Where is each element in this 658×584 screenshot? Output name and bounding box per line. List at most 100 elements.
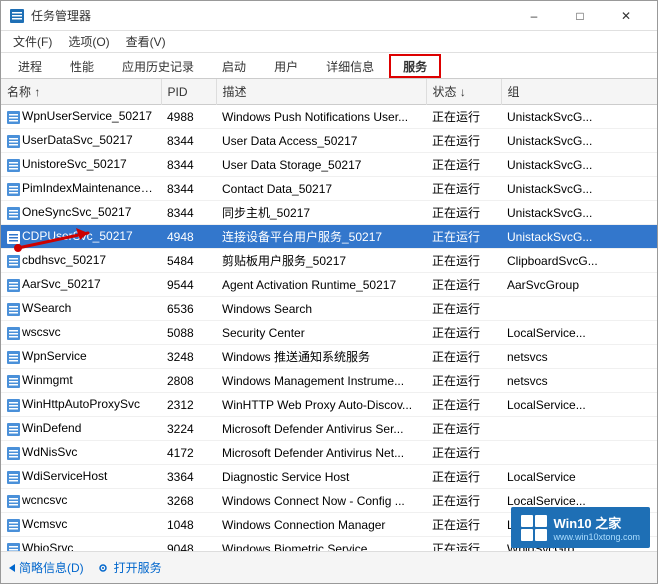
- cell-name: WinHttpAutoProxySvc: [1, 393, 161, 417]
- menu-file[interactable]: 文件(F): [5, 31, 60, 52]
- tab-app-history[interactable]: 应用历史记录: [109, 54, 207, 78]
- cell-group: LocalService: [501, 465, 657, 489]
- cell-pid: 3268: [161, 489, 216, 513]
- cell-group: UnistackSvcG...: [501, 129, 657, 153]
- cell-desc: User Data Storage_50217: [216, 153, 426, 177]
- cell-desc: Windows Push Notifications User...: [216, 105, 426, 129]
- table-row[interactable]: Wcmsvc1048Windows Connection Manager正在运行…: [1, 513, 657, 537]
- cell-pid: 8344: [161, 201, 216, 225]
- table-row[interactable]: wcncsvc3268Windows Connect Now - Config …: [1, 489, 657, 513]
- cell-status: 正在运行: [426, 465, 501, 489]
- col-header-name[interactable]: 名称 ↑: [1, 79, 161, 105]
- cell-status: 正在运行: [426, 441, 501, 465]
- table-row[interactable]: WpnUserService_502174988Windows Push Not…: [1, 105, 657, 129]
- table-body: WpnUserService_502174988Windows Push Not…: [1, 105, 657, 552]
- tab-users[interactable]: 用户: [261, 54, 311, 78]
- table-wrapper: 名称 ↑ PID 描述 状态 ↓ 组 WpnUserService_502174…: [1, 79, 657, 551]
- table-row[interactable]: WSearch6536Windows Search正在运行: [1, 297, 657, 321]
- col-header-pid[interactable]: PID: [161, 79, 216, 105]
- col-header-group[interactable]: 组: [501, 79, 657, 105]
- tab-startup[interactable]: 启动: [209, 54, 259, 78]
- table-row[interactable]: UserDataSvc_502178344User Data Access_50…: [1, 129, 657, 153]
- table-row[interactable]: WpnService3248Windows 推送通知系统服务正在运行netsvc…: [1, 345, 657, 369]
- cell-status: 正在运行: [426, 249, 501, 273]
- cell-group: UnistackSvcG...: [501, 225, 657, 249]
- cell-status: 正在运行: [426, 225, 501, 249]
- simple-info-link[interactable]: 简略信息(D): [9, 559, 84, 576]
- table-row[interactable]: WinDefend3224Microsoft Defender Antiviru…: [1, 417, 657, 441]
- cell-desc: Microsoft Defender Antivirus Net...: [216, 441, 426, 465]
- cell-name: WinDefend: [1, 417, 161, 441]
- table-row[interactable]: Winmgmt2808Windows Management Instrume..…: [1, 369, 657, 393]
- open-services-link[interactable]: 打开服务: [96, 559, 162, 576]
- cell-name: wscsvc: [1, 321, 161, 345]
- tab-performance[interactable]: 性能: [57, 54, 107, 78]
- table-header-row: 名称 ↑ PID 描述 状态 ↓ 组: [1, 79, 657, 105]
- cell-group: LocalService...: [501, 321, 657, 345]
- table-row[interactable]: wscsvc5088Security Center正在运行LocalServic…: [1, 321, 657, 345]
- cell-pid: 3224: [161, 417, 216, 441]
- cell-status: 正在运行: [426, 345, 501, 369]
- cell-desc: Contact Data_50217: [216, 177, 426, 201]
- cell-name: Winmgmt: [1, 369, 161, 393]
- table-row[interactable]: WbioSrvc9048Windows Biometric Service正在运…: [1, 537, 657, 552]
- cell-pid: 9048: [161, 537, 216, 552]
- cell-group: [501, 297, 657, 321]
- cell-name: WSearch: [1, 297, 161, 321]
- tab-details[interactable]: 详细信息: [313, 54, 387, 78]
- cell-desc: Windows Connect Now - Config ...: [216, 489, 426, 513]
- cell-group: [501, 441, 657, 465]
- cell-desc: Windows Connection Manager: [216, 513, 426, 537]
- cell-desc: Windows 推送通知系统服务: [216, 345, 426, 369]
- menu-bar: 文件(F) 选项(O) 查看(V): [1, 31, 657, 53]
- cell-group: AarSvcGroup: [501, 273, 657, 297]
- table-row[interactable]: OneSyncSvc_502178344同步主机_50217正在运行Unista…: [1, 201, 657, 225]
- maximize-button[interactable]: □: [557, 1, 603, 31]
- cell-group: WbioSvcGro...: [501, 537, 657, 552]
- table-row[interactable]: CDPUserSvc_502174948连接设备平台用户服务_50217正在运行…: [1, 225, 657, 249]
- tab-process[interactable]: 进程: [5, 54, 55, 78]
- menu-options[interactable]: 选项(O): [60, 31, 117, 52]
- cell-desc: Windows Search: [216, 297, 426, 321]
- cell-desc: 同步主机_50217: [216, 201, 426, 225]
- cell-status: 正在运行: [426, 393, 501, 417]
- cell-status: 正在运行: [426, 417, 501, 441]
- cell-status: 正在运行: [426, 297, 501, 321]
- cell-desc: Windows Biometric Service: [216, 537, 426, 552]
- cell-group: netsvcs: [501, 369, 657, 393]
- close-button[interactable]: ✕: [603, 1, 649, 31]
- cell-group: LocalService...: [501, 513, 657, 537]
- cell-status: 正在运行: [426, 489, 501, 513]
- table-row[interactable]: PimIndexMaintenanceSv...8344Contact Data…: [1, 177, 657, 201]
- table-row[interactable]: WdiServiceHost3364Diagnostic Service Hos…: [1, 465, 657, 489]
- cell-status: 正在运行: [426, 129, 501, 153]
- tab-services[interactable]: 服务: [389, 54, 441, 78]
- table-row[interactable]: WinHttpAutoProxySvc2312WinHTTP Web Proxy…: [1, 393, 657, 417]
- cell-pid: 6536: [161, 297, 216, 321]
- services-table: 名称 ↑ PID 描述 状态 ↓ 组 WpnUserService_502174…: [1, 79, 657, 551]
- triangle-icon: [9, 564, 15, 572]
- cell-pid: 3364: [161, 465, 216, 489]
- window-title: 任务管理器: [31, 7, 511, 24]
- menu-view[interactable]: 查看(V): [118, 31, 174, 52]
- table-row[interactable]: UnistoreSvc_502178344User Data Storage_5…: [1, 153, 657, 177]
- table-row[interactable]: WdNisSvc4172Microsoft Defender Antivirus…: [1, 441, 657, 465]
- cell-name: PimIndexMaintenanceSv...: [1, 177, 161, 201]
- table-container[interactable]: 名称 ↑ PID 描述 状态 ↓ 组 WpnUserService_502174…: [1, 79, 657, 551]
- cell-status: 正在运行: [426, 537, 501, 552]
- cell-group: UnistackSvcG...: [501, 153, 657, 177]
- cell-status: 正在运行: [426, 273, 501, 297]
- cell-status: 正在运行: [426, 321, 501, 345]
- table-row[interactable]: cbdhsvc_502175484剪贴板用户服务_50217正在运行Clipbo…: [1, 249, 657, 273]
- cell-name: UserDataSvc_50217: [1, 129, 161, 153]
- table-row[interactable]: AarSvc_502179544Agent Activation Runtime…: [1, 273, 657, 297]
- minimize-button[interactable]: ‒: [511, 1, 557, 31]
- cell-group: netsvcs: [501, 345, 657, 369]
- cell-pid: 5484: [161, 249, 216, 273]
- cell-name: UnistoreSvc_50217: [1, 153, 161, 177]
- col-header-status[interactable]: 状态 ↓: [426, 79, 501, 105]
- cell-desc: Agent Activation Runtime_50217: [216, 273, 426, 297]
- cell-group: UnistackSvcG...: [501, 105, 657, 129]
- cell-status: 正在运行: [426, 513, 501, 537]
- col-header-desc[interactable]: 描述: [216, 79, 426, 105]
